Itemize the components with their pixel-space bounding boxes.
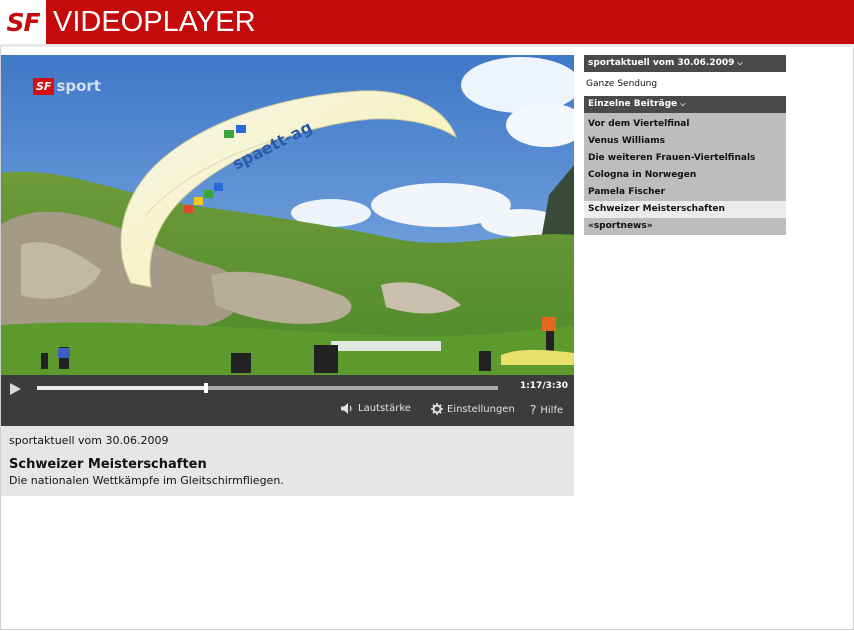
channel-logo-sf: SF (33, 77, 55, 95)
segment-item[interactable]: «sportnews» (584, 218, 786, 235)
volume-label: Lautstärke (358, 403, 411, 414)
speaker-icon (341, 403, 354, 414)
chevron-down-icon: ⌵ (680, 100, 686, 108)
full-show-link[interactable]: Ganze Sendung (584, 72, 786, 96)
header-divider (0, 44, 854, 47)
app-title: VIDEOPLAYER (53, 6, 256, 38)
clip-info-panel: sportaktuell vom 30.06.2009 Schweizer Me… (1, 426, 574, 496)
show-dropdown[interactable]: sportaktuell vom 30.06.2009 ⌵ (584, 55, 786, 72)
show-date: sportaktuell vom 30.06.2009 (9, 434, 169, 447)
sf-logo-text: SF (6, 7, 40, 37)
question-icon: ? (530, 403, 537, 417)
segment-item[interactable]: Venus Williams (584, 133, 786, 150)
progress-handle[interactable] (204, 383, 209, 393)
time-display: 1:17/3:30 (519, 381, 568, 391)
segment-item[interactable]: Vor dem Viertelfinal (584, 116, 786, 133)
progress-fill (37, 386, 207, 390)
play-icon[interactable] (10, 383, 21, 395)
video-image: spaett-ag (1, 55, 574, 375)
segments-dropdown-label: Einzelne Beiträge (588, 99, 678, 109)
segment-item[interactable]: Pamela Fischer (584, 184, 786, 201)
settings-button[interactable]: Einstellungen (431, 403, 515, 415)
top-bar: SF VIDEOPLAYER (0, 0, 854, 44)
sf-logo[interactable]: SF (0, 0, 46, 44)
player-controls: 1:17/3:30 Lautstärke Einstellungen ? Hil… (1, 375, 574, 426)
segment-item-active[interactable]: Schweizer Meisterschaften (584, 201, 786, 218)
segment-item[interactable]: Die weiteren Frauen-Viertelfinals (584, 150, 786, 167)
settings-label: Einstellungen (447, 403, 515, 415)
help-button[interactable]: ? Hilfe (530, 403, 563, 417)
channel-logo-sport: sport (56, 77, 101, 95)
sidebar: sportaktuell vom 30.06.2009 ⌵ Ganze Sendu… (584, 55, 786, 235)
segments-dropdown[interactable]: Einzelne Beiträge ⌵ (584, 96, 786, 113)
segment-list: Vor dem Viertelfinal Venus Williams Die … (584, 113, 786, 235)
video-frame[interactable]: spaett-ag SF sport (1, 55, 574, 375)
help-label: Hilfe (540, 404, 564, 416)
segment-item[interactable]: Cologna in Norwegen (584, 167, 786, 184)
show-dropdown-label: sportaktuell vom 30.06.2009 (588, 58, 735, 68)
clip-description: Die nationalen Wettkämpfe im Gleitschirm… (9, 474, 284, 487)
channel-logo: SF sport (33, 77, 101, 95)
chevron-down-icon: ⌵ (737, 59, 743, 67)
progress-bar[interactable] (37, 383, 498, 393)
gear-icon (431, 403, 443, 415)
clip-title: Schweizer Meisterschaften (9, 457, 207, 472)
volume-button[interactable]: Lautstärke (341, 403, 411, 414)
